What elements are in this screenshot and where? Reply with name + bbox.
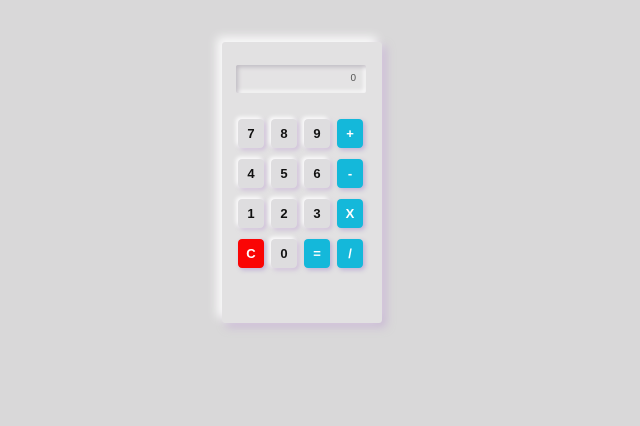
key-8[interactable]: 8 — [271, 119, 297, 148]
key-1[interactable]: 1 — [238, 199, 264, 228]
calculator-display: 0 — [236, 65, 366, 93]
calculator: 0 7 8 9 + 4 5 6 - 1 2 3 X C 0 = / — [222, 42, 382, 323]
clear-button[interactable]: C — [238, 239, 264, 268]
key-4[interactable]: 4 — [238, 159, 264, 188]
key-5[interactable]: 5 — [271, 159, 297, 188]
multiply-button[interactable]: X — [337, 199, 363, 228]
key-7[interactable]: 7 — [238, 119, 264, 148]
key-9[interactable]: 9 — [304, 119, 330, 148]
subtract-button[interactable]: - — [337, 159, 363, 188]
key-6[interactable]: 6 — [304, 159, 330, 188]
divide-button[interactable]: / — [337, 239, 363, 268]
add-button[interactable]: + — [337, 119, 363, 148]
key-0[interactable]: 0 — [271, 239, 297, 268]
key-2[interactable]: 2 — [271, 199, 297, 228]
key-3[interactable]: 3 — [304, 199, 330, 228]
equals-button[interactable]: = — [304, 239, 330, 268]
keypad: 7 8 9 + 4 5 6 - 1 2 3 X C 0 = / — [238, 119, 364, 269]
